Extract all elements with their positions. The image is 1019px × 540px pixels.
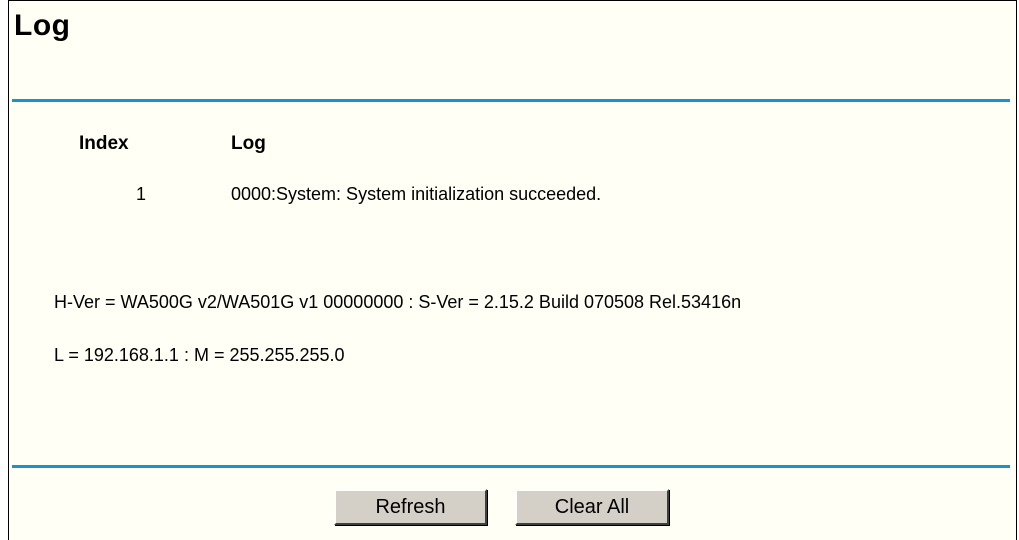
refresh-button[interactable]: Refresh bbox=[334, 489, 487, 525]
log-page-frame: Log Index Log 1 0000:System: System init… bbox=[8, 0, 1017, 540]
column-header-index: Index bbox=[79, 133, 129, 154]
lan-info: L = 192.168.1.1 : M = 255.255.255.0 bbox=[54, 345, 345, 365]
column-header-log: Log bbox=[231, 133, 266, 154]
clear-all-button[interactable]: Clear All bbox=[515, 489, 669, 525]
version-info: H-Ver = WA500G v2/WA501G v1 00000000 : S… bbox=[54, 292, 742, 312]
divider-bottom bbox=[12, 465, 1010, 468]
log-table: Index Log 1 0000:System: System initiali… bbox=[9, 1, 1016, 540]
table-row-log: 0000:System: System initialization succe… bbox=[231, 184, 602, 204]
table-row-index: 1 bbox=[136, 184, 147, 204]
